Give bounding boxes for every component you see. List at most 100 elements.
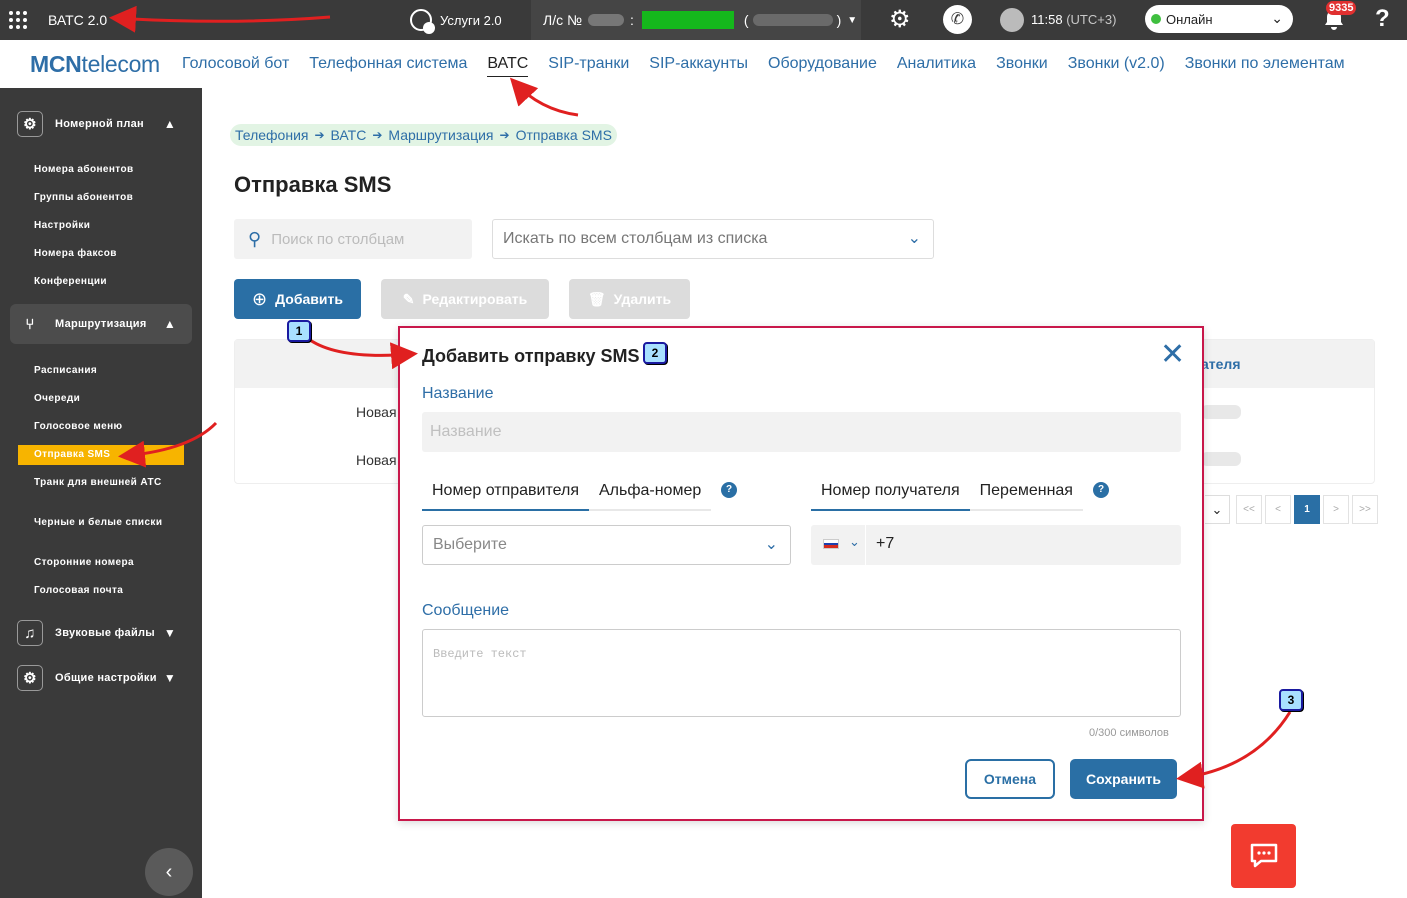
breadcrumb-item[interactable]: Отправка SMS (516, 127, 612, 143)
tab-sender-number[interactable]: Номер отправителя (422, 476, 589, 511)
account-selector[interactable]: Л/с № : ( ) ▼ (531, 0, 861, 40)
sender-number-select[interactable]: Выберите ⌄ (422, 525, 791, 565)
help-icon[interactable]: ? (721, 482, 737, 498)
name-input[interactable]: Название (422, 412, 1181, 452)
sender-tabs: Номер отправителя Альфа-номер (422, 476, 712, 511)
delete-button[interactable]: 🗑 Удалить (569, 279, 690, 319)
column-header-recipient[interactable]: ателя (1201, 356, 1241, 372)
close-icon[interactable]: ✕ (1160, 340, 1185, 370)
nav-item-voice-bot[interactable]: Голосовой бот (182, 55, 289, 77)
sidebar-collapse-button[interactable]: ‹ (145, 848, 193, 896)
message-textarea[interactable]: Введите текст (422, 629, 1181, 717)
next-page-button[interactable]: > (1323, 495, 1349, 524)
sidebar-section-numplan[interactable]: ⚙ Номерной план ▲ (10, 104, 192, 144)
top-bar: ВАТС 2.0 Услуги 2.0 Л/с № : ( ) ▼ ⚙ ✆ 11… (0, 0, 1407, 40)
divider (865, 525, 866, 565)
sidebar-item-third-party-numbers[interactable]: Сторонние номера (34, 557, 184, 569)
phone-icon[interactable]: ✆ (943, 5, 972, 34)
nav-item-sip-accounts[interactable]: SIP-аккаунты (649, 55, 748, 77)
redacted-cell (1201, 405, 1241, 419)
tab-variable[interactable]: Переменная (969, 476, 1083, 511)
sidebar-section-label: Маршрутизация (55, 318, 147, 330)
app-title[interactable]: ВАТС 2.0 (48, 12, 107, 28)
char-counter: 0/300 символов (1089, 727, 1169, 739)
sidebar-item-subscriber-numbers[interactable]: Номера абонентов (34, 164, 184, 176)
columns-select[interactable]: Искать по всем столбцам из списка ⌄ (492, 219, 934, 259)
sidebar-item-send-sms[interactable]: Отправка SMS (18, 445, 184, 465)
search-input[interactable]: ⚲ Поиск по столбцам (234, 219, 472, 259)
nav-item-calls-v2[interactable]: Звонки (v2.0) (1068, 55, 1165, 77)
status-select[interactable]: Онлайн ⌄ (1145, 5, 1293, 33)
breadcrumb-item[interactable]: ВАТС (331, 127, 367, 143)
add-button[interactable]: ⊕ Добавить (234, 279, 361, 319)
main-nav: MCNtelecom Голосовой бот Телефонная сист… (0, 40, 1407, 88)
sidebar-section-general[interactable]: ⚙ Общие настройки ▼ (10, 658, 192, 698)
breadcrumb-item[interactable]: Маршрутизация (388, 127, 493, 143)
nav-item-equipment[interactable]: Оборудование (768, 55, 877, 77)
sidebar-item-settings[interactable]: Настройки (34, 220, 184, 232)
apps-grid-icon[interactable] (9, 11, 27, 29)
sidebar-item-fax-numbers[interactable]: Номера факсов (34, 248, 184, 260)
chevron-down-icon: ⌄ (907, 230, 921, 247)
cancel-button[interactable]: Отмена (965, 759, 1055, 799)
table-row[interactable]: Новая (356, 452, 397, 468)
chat-button[interactable] (1231, 824, 1296, 888)
music-file-icon: ♫ (17, 620, 43, 646)
name-label: Название (422, 385, 494, 402)
tab-alpha-number[interactable]: Альфа-номер (588, 476, 712, 511)
chat-icon (1250, 843, 1277, 868)
recipient-phone-input[interactable]: ⌄ +7 (811, 525, 1181, 565)
tab-recipient-number[interactable]: Номер получателя (811, 476, 970, 511)
avatar[interactable] (1000, 8, 1024, 32)
add-button-label: Добавить (275, 291, 343, 307)
gear-icon: ⚙ (17, 111, 43, 137)
sidebar-section-sounds[interactable]: ♫ Звуковые файлы ▼ (10, 613, 192, 653)
page-title: Отправка SMS (234, 172, 392, 197)
sidebar-item-queues[interactable]: Очереди (34, 393, 184, 405)
account-colon: : (630, 12, 634, 28)
logo[interactable]: MCNtelecom (30, 51, 160, 78)
page-size-select[interactable]: ⌄ (1205, 495, 1230, 524)
sidebar-section-label: Общие настройки (55, 672, 157, 684)
nav-item-calls[interactable]: Звонки (996, 55, 1048, 77)
breadcrumb-item[interactable]: Телефония (235, 127, 308, 143)
nav-item-vats[interactable]: ВАТС (487, 55, 529, 77)
sidebar-item-conferences[interactable]: Конференции (34, 276, 184, 288)
sidebar-section-routing[interactable]: ⑂ Маршрутизация ▲ (10, 304, 192, 344)
nav-item-calls-by-elements[interactable]: Звонки по элементам (1185, 55, 1345, 77)
table-row[interactable]: Новая (356, 404, 397, 420)
clock-time: 11:58 (1031, 12, 1063, 27)
sidebar-item-black-white-lists[interactable]: Черные и белые списки (34, 517, 184, 529)
sidebar-item-voice-menu[interactable]: Голосовое меню (34, 421, 184, 433)
account-prefix: Л/с № (543, 12, 582, 28)
clock: 11:58 (UTC+3) (1031, 12, 1116, 27)
services-link[interactable]: Услуги 2.0 (410, 8, 502, 34)
sidebar-item-subscriber-groups[interactable]: Группы абонентов (34, 192, 184, 204)
help-icon[interactable]: ? (1375, 5, 1390, 33)
sidebar-section-label: Номерной план (55, 118, 144, 130)
help-icon[interactable]: ? (1093, 482, 1109, 498)
arrow-right-icon: ➔ (499, 128, 510, 142)
trash-icon: 🗑 (587, 290, 606, 307)
prev-page-button[interactable]: < (1265, 495, 1291, 524)
phone-value: +7 (876, 535, 895, 552)
gear-icon[interactable]: ⚙ (889, 7, 911, 33)
pencil-icon: ✎ (402, 290, 415, 307)
logo-light: telecom (81, 51, 160, 77)
first-page-button[interactable]: << (1236, 495, 1262, 524)
services-icon (410, 9, 435, 34)
sidebar-item-schedules[interactable]: Расписания (34, 365, 184, 377)
last-page-button[interactable]: >> (1352, 495, 1378, 524)
nav-item-analytics[interactable]: Аналитика (897, 55, 976, 77)
sidebar-item-external-trunk[interactable]: Транк для внешней АТС (34, 477, 184, 489)
edit-button[interactable]: ✎ Редактировать (381, 279, 549, 319)
sidebar-section-label: Звуковые файлы (55, 627, 155, 639)
sidebar-item-voicemail[interactable]: Голосовая почта (34, 585, 184, 597)
page-button-current[interactable]: 1 (1294, 495, 1320, 524)
nav-item-phone-system[interactable]: Телефонная система (309, 55, 467, 77)
save-button[interactable]: Сохранить (1070, 759, 1177, 799)
sender-select-placeholder: Выберите (433, 536, 507, 553)
russia-flag-icon[interactable] (823, 539, 839, 549)
nav-item-sip-trunks[interactable]: SIP-транки (548, 55, 629, 77)
modal-title: Добавить отправку SMS (422, 346, 640, 366)
